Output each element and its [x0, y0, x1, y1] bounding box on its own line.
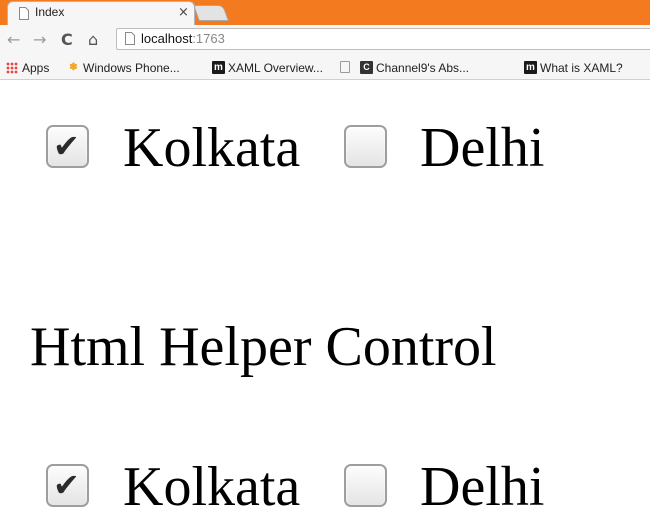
tab-strip: Index ×: [0, 0, 650, 25]
document-icon: [340, 61, 350, 73]
checkbox-delhi[interactable]: [344, 125, 387, 168]
bookmark-label: XAML Overview...: [228, 61, 323, 75]
bookmarks-bar: Apps ✽ Windows Phone... m XAML Overview.…: [0, 56, 650, 80]
checkmark-icon: ✔: [53, 127, 80, 165]
checkbox-kolkata[interactable]: ✔: [46, 125, 89, 168]
bookmark-label: Channel9's Abs...: [376, 61, 470, 75]
bookmark-label: What is XAML?: [540, 61, 623, 75]
helper-checkbox-kolkata[interactable]: ✔: [46, 464, 89, 507]
document-icon: [19, 7, 29, 20]
new-tab-button[interactable]: [193, 5, 229, 21]
m-icon: m: [212, 61, 225, 74]
close-tab-icon[interactable]: ×: [178, 5, 189, 21]
checkbox-label-kolkata: Kolkata: [123, 117, 301, 179]
helper-checkbox-label-delhi: Delhi: [420, 456, 545, 518]
windows-phone-icon: ✽: [69, 62, 78, 73]
tab-title: Index: [35, 5, 65, 19]
url-host: localhost: [141, 31, 193, 46]
page-content: ✔ Kolkata Delhi Html Helper Control ✔ Ko…: [0, 80, 650, 521]
helper-checkbox-label-kolkata: Kolkata: [123, 456, 301, 518]
address-bar[interactable]: localhost:1763: [116, 28, 650, 50]
home-icon[interactable]: ⌂: [88, 31, 98, 49]
page-icon: [125, 32, 135, 45]
url-port: :1763: [192, 31, 225, 46]
channel9-icon: C: [360, 61, 373, 74]
page-heading: Html Helper Control: [30, 316, 497, 378]
browser-tab[interactable]: Index ×: [7, 1, 195, 25]
url-text: localhost:1763: [141, 31, 225, 46]
browser-toolbar: ← → C ⌂ localhost:1763: [0, 25, 650, 56]
checkmark-icon: ✔: [53, 466, 80, 504]
helper-checkbox-delhi[interactable]: [344, 464, 387, 507]
checkbox-label-delhi: Delhi: [420, 117, 545, 179]
back-arrow-icon[interactable]: ←: [7, 31, 20, 49]
bookmark-label: Windows Phone...: [83, 61, 180, 75]
forward-arrow-icon[interactable]: →: [33, 31, 46, 49]
reload-icon[interactable]: C: [61, 31, 73, 49]
bookmark-label: Apps: [22, 61, 50, 75]
apps-grid-icon: [6, 62, 18, 74]
m-icon: m: [524, 61, 537, 74]
